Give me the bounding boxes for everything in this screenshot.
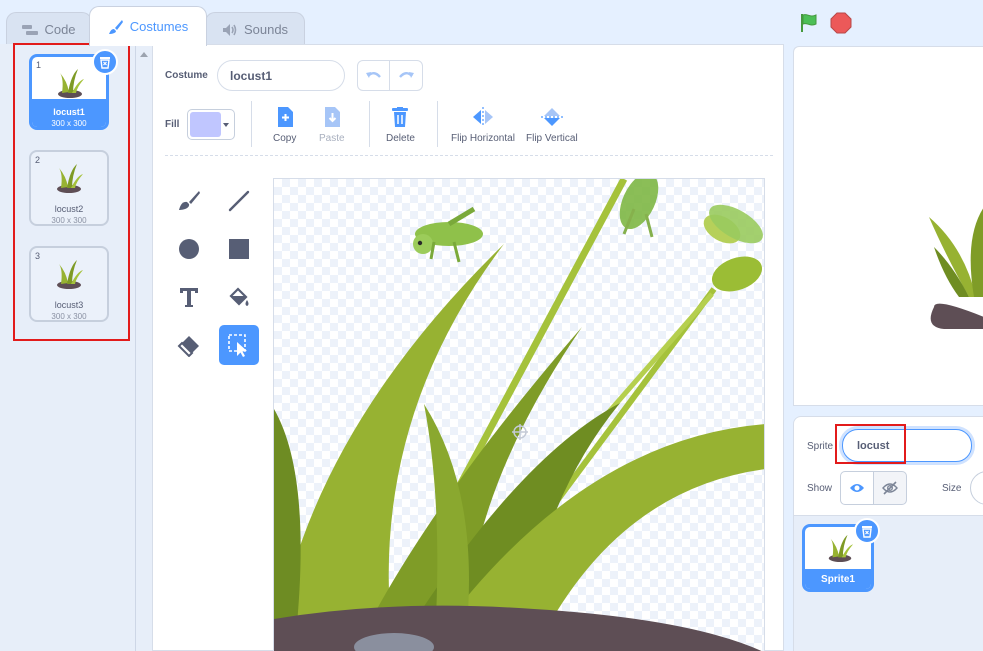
sprite-thumbnail [828,534,854,562]
code-blocks-icon [22,24,39,36]
line-tool[interactable] [219,181,259,221]
flip-horizontal-button[interactable]: Flip Horizontal [451,107,515,144]
select-tool[interactable] [219,325,259,365]
copy-icon [277,107,293,127]
paint-editor: Costume Fill Copy Paste Delete Flip Hori… [152,44,784,651]
costume-name-input[interactable] [217,60,345,91]
paste-icon [324,107,340,127]
text-tool[interactable] [169,277,209,317]
toolbar-divider [437,101,438,147]
eye-slash-icon [882,481,898,495]
tab-sounds-label: Sounds [243,22,289,37]
flip-horizontal-icon [472,107,493,127]
brush-tool[interactable] [169,181,209,221]
costume-item[interactable]: 3 locust3 300 x 300 [29,246,109,322]
select-cursor-icon [228,334,247,357]
circle-tool[interactable] [169,229,209,269]
copy-button[interactable]: Copy [273,107,296,144]
sprite-list: Sprite1 [793,516,983,651]
toolbar-divider-line [165,155,773,156]
paintbrush-icon [108,19,124,35]
costume-size: 300 x 300 [51,312,87,321]
eraser-icon [177,336,199,357]
stage-sprite-artwork [929,208,983,329]
undo-icon [365,71,381,78]
copy-label: Copy [273,133,297,144]
stage-preview[interactable] [793,46,983,406]
size-input[interactable] [970,471,983,505]
size-label: Size [942,483,962,494]
locust-plant-artwork [274,179,764,651]
sprite-info-panel: Sprite Show Size [793,416,983,516]
trash-icon [862,525,872,538]
show-sprite-button[interactable] [840,471,874,505]
stop-sign-icon[interactable] [830,12,852,34]
toolbar-divider [369,101,370,147]
costume-name: locust3 [54,300,84,310]
scroll-up-arrow-icon[interactable] [140,52,148,57]
costume-name: locust1 [53,107,85,117]
text-icon [180,288,198,307]
sprite-name: Sprite1 [821,574,855,585]
editor-tabs: Code Costumes Sounds [0,0,790,46]
hide-sprite-button[interactable] [873,471,907,505]
costume-list-scrollbar[interactable] [136,44,152,651]
costume-number: 1 [36,60,42,70]
redo-button[interactable] [390,61,422,90]
caret-down-icon [223,123,229,127]
tab-costumes[interactable]: Costumes [89,6,207,46]
trash-icon [100,56,110,69]
flip-vertical-label: Flip Vertical [526,133,578,144]
delete-costume-button[interactable] [92,49,118,75]
costume-number: 3 [35,251,41,261]
costume-thumbnail [57,164,83,193]
delete-label: Delete [386,133,415,144]
circle-icon [179,239,199,259]
sprite-name-input[interactable] [842,429,972,462]
costume-size: 300 x 300 [51,216,87,225]
delete-sprite-button[interactable] [854,518,880,544]
tab-code-label: Code [44,22,76,37]
show-label: Show [807,483,833,494]
costume-label: Costume [165,70,208,81]
green-flag-icon[interactable] [798,12,820,34]
costume-list: 1 locust1 300 x 300 2 locust2 300 x 300 … [0,44,136,651]
costume-thumbnail [57,260,83,289]
tab-costumes-label: Costumes [129,19,189,34]
costume-item[interactable]: 2 locust2 300 x 300 [29,150,109,226]
flip-horizontal-label: Flip Horizontal [451,133,515,144]
redo-icon [399,71,414,78]
undo-button[interactable] [358,61,390,90]
delete-button[interactable]: Delete [386,107,415,144]
fill-color-swatch [190,112,221,137]
costume-number: 2 [35,155,41,165]
trash-icon [392,107,409,127]
fill-color-picker[interactable] [187,109,235,140]
speaker-icon [222,23,238,37]
drawing-canvas[interactable] [273,178,765,651]
undo-redo-group [357,60,423,91]
rectangle-icon [229,239,249,259]
costume-item[interactable]: 1 locust1 300 x 300 [29,49,118,130]
paste-button[interactable]: Paste [319,107,345,144]
rectangle-tool[interactable] [219,229,259,269]
tab-code[interactable]: Code [6,12,92,46]
line-icon [228,190,250,212]
paste-label: Paste [319,133,345,144]
fill-label: Fill [165,119,180,130]
fill-tool[interactable] [219,277,259,317]
costume-thumbnail [58,69,84,98]
eraser-tool[interactable] [169,325,209,365]
costume-name: locust2 [54,204,84,214]
flip-vertical-icon [540,108,563,126]
brush-icon [179,191,200,210]
sprite-label: Sprite [807,441,834,452]
toolbar-divider [251,101,252,147]
flip-vertical-button[interactable]: Flip Vertical [526,107,578,144]
tab-sounds[interactable]: Sounds [205,12,305,46]
eye-icon [850,484,864,492]
paint-bucket-icon [229,287,249,306]
costume-size: 300 x 300 [51,119,87,128]
